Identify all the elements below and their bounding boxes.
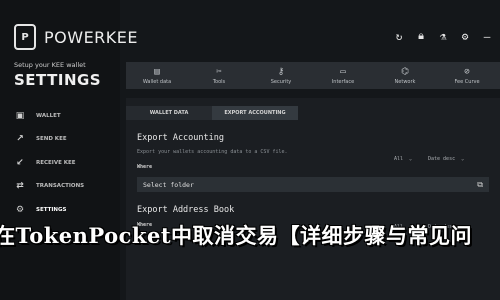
gear-icon: ⚙ [15, 204, 25, 215]
tab-security[interactable]: ⚷ Security [250, 62, 312, 89]
sidebar-item-label: WALLET [36, 112, 61, 119]
sidebar-item-transactions[interactable]: ⇄ TRANSACTIONS [14, 175, 84, 199]
overlay-caption: 在TokenPocket中取消交易【详细步骤与常见问 [0, 223, 473, 248]
receive-icon: ↙ [16, 157, 24, 168]
sidebar-item-label: SEND KEE [36, 136, 67, 143]
wallet-icon: ▣ [15, 110, 25, 121]
setup-subtitle: Setup your KEE wallet [14, 61, 86, 69]
brand-name: POWERKEE [44, 27, 138, 47]
tab-fee-curve[interactable]: ⊘ Fee Curve [436, 62, 498, 89]
page-title: SETTINGS [14, 71, 102, 89]
send-icon: ↗ [16, 134, 24, 145]
sidebar-item-send[interactable]: ↗ SEND KEE [14, 128, 84, 152]
tools-icon: ✂ [216, 66, 222, 77]
sidebar-item-receive[interactable]: ↙ RECEIVE KEE [14, 151, 84, 175]
tab-network[interactable]: ⌬ Network [374, 62, 436, 89]
sidebar-item-label: TRANSACTIONS [36, 183, 85, 190]
segmented-control: WALLET DATA EXPORT ACCOUNTING [126, 106, 298, 120]
sort-value: Date desc [428, 156, 456, 162]
folder-placeholder: Select folder [143, 180, 194, 189]
tab-label: Wallet data [142, 78, 172, 85]
export-accounting-title: Export Accounting [137, 133, 224, 143]
filter-all-value: All [394, 156, 404, 162]
network-icon: ⌬ [401, 66, 409, 77]
tab-label: Tools [212, 78, 226, 85]
tab-label: Interface [331, 78, 355, 85]
chevron-down-icon: ⌄ [461, 156, 465, 162]
sidebar-item-label: RECEIVE KEE [36, 159, 76, 166]
export-accounting-segment[interactable]: EXPORT ACCOUNTING [212, 106, 298, 120]
sidebar-item-settings[interactable]: ⚙ SETTINGS [14, 198, 84, 222]
settings-tabs: ▤ Wallet data ✂ Tools ⚷ Security ▭ Inter… [126, 62, 500, 89]
tab-interface[interactable]: ▭ Interface [312, 62, 374, 89]
open-folder-icon[interactable]: ⧉ [477, 180, 483, 190]
tab-wallet-data[interactable]: ▤ Wallet data [126, 62, 188, 89]
refresh-icon[interactable]: ↻ [392, 29, 406, 43]
sidebar-item-wallet[interactable]: ▣ WALLET [14, 104, 84, 128]
brand-logo: P POWERKEE [14, 24, 138, 50]
interface-icon: ▭ [340, 66, 346, 77]
wallet-data-icon: ▤ [154, 66, 160, 77]
settings-panel: WALLET DATA EXPORT ACCOUNTING Export Acc… [126, 98, 500, 300]
export-accounting-description: Export your wallets accounting data to a… [137, 149, 288, 155]
folder-picker[interactable]: Select folder ⧉ [137, 177, 489, 192]
tab-tools[interactable]: ✂ Tools [188, 62, 250, 89]
tab-label: Fee Curve [454, 78, 480, 85]
settings-icon[interactable]: ⚙ [458, 29, 472, 43]
sidebar: P POWERKEE Setup your KEE wallet SETTING… [0, 0, 138, 300]
lock-icon[interactable]: 🔒︎ [414, 29, 428, 43]
security-icon: ⚷ [277, 66, 285, 77]
minimize-icon[interactable]: — [480, 29, 494, 43]
export-address-book-title: Export Address Book [137, 205, 235, 215]
sidebar-nav: ▣ WALLET ↗ SEND KEE ↙ RECEIVE KEE ⇄ TRAN… [14, 104, 84, 222]
tab-label: Network [394, 78, 416, 85]
where-label: Where [137, 164, 153, 170]
filter-all-dropdown[interactable]: All ⌄ [394, 156, 412, 162]
fee-curve-icon: ⊘ [464, 66, 470, 77]
chevron-down-icon: ⌄ [409, 156, 413, 162]
wallet-data-segment[interactable]: WALLET DATA [126, 106, 212, 120]
powerkee-logo-icon: P [14, 24, 36, 50]
flask-icon[interactable]: ⚗ [436, 29, 450, 43]
transactions-icon: ⇄ [16, 181, 24, 192]
tab-label: Security [270, 78, 292, 85]
window-toolbar: ↻ 🔒︎ ⚗ ⚙ — [392, 29, 494, 43]
sidebar-item-label: SETTINGS [36, 206, 67, 213]
sort-dropdown[interactable]: Date desc ⌄ [428, 156, 464, 162]
